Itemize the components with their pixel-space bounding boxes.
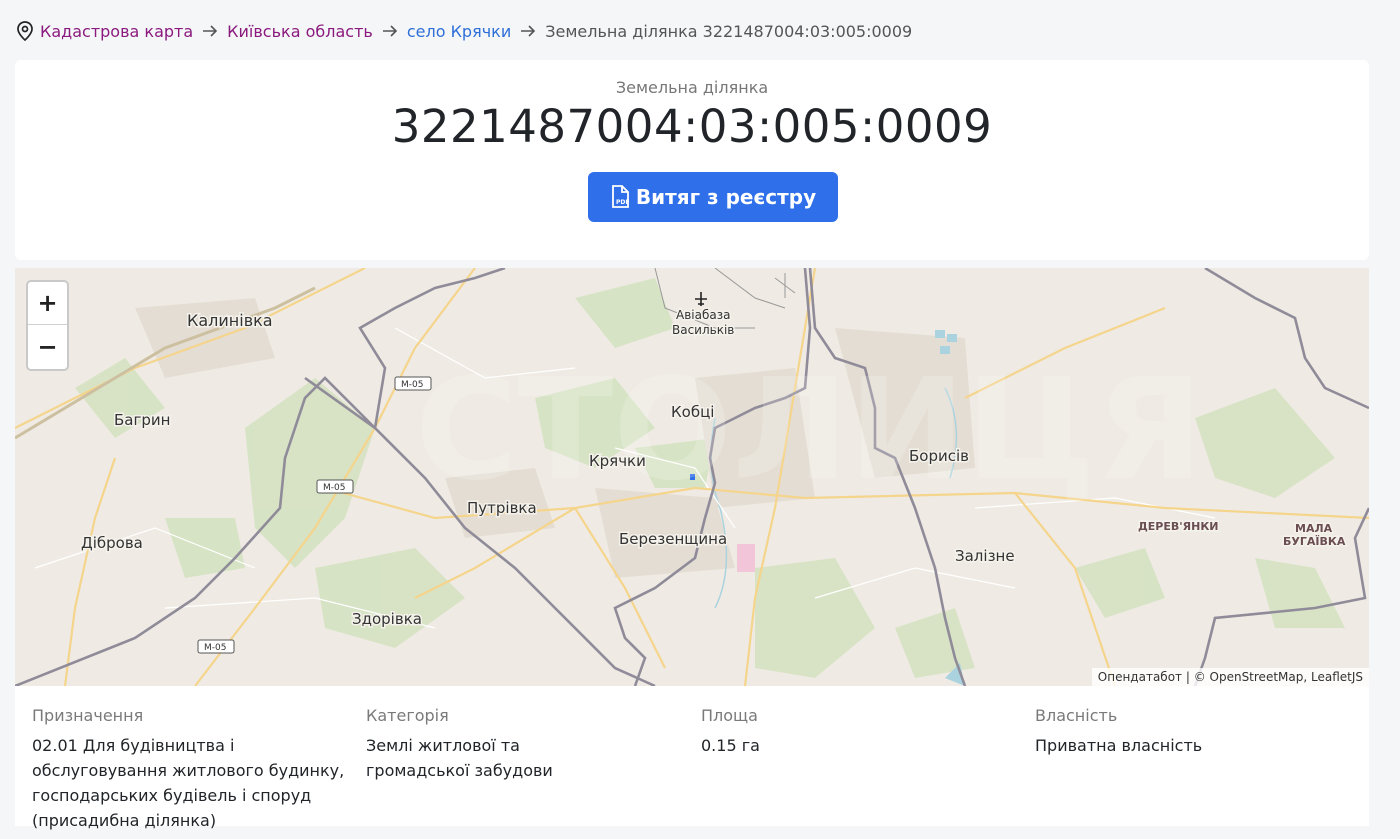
category-value: Землі житлової та громадської забудови: [366, 736, 553, 780]
breadcrumb: Кадастрова карта Київська область село К…: [16, 18, 912, 44]
svg-text:СТОЛИЦЯ: СТОЛИЦЯ: [415, 349, 1203, 512]
registry-extract-label: Витяг з реєстру: [635, 185, 817, 209]
purpose-value: 02.01 Для будівництва і обслуговування ж…: [32, 736, 345, 830]
place-derevianky: ДЕРЕВ'ЯНКИ: [1138, 520, 1219, 533]
breadcrumb-village[interactable]: село Крячки: [407, 22, 511, 41]
pdf-file-icon: PDF: [611, 185, 629, 208]
road-label-m05-north: M-05: [401, 380, 423, 390]
parcel-details: Призначення 02.01 Для будівництва і обсл…: [15, 686, 1369, 830]
map-attribution: Опендатабот | © OpenStreetMap, LeafletJS: [1091, 668, 1369, 686]
breadcrumb-current: Земельна ділянка 3221487004:03:005:0009: [545, 21, 913, 41]
purpose-field: Призначення 02.01 Для будівництва і обсл…: [32, 706, 352, 833]
cadastral-number: 3221487004:03:005:0009: [391, 100, 993, 153]
category-field: Категорія Землі житлової та громадської …: [366, 706, 686, 783]
breadcrumb-cadastral-map[interactable]: Кадастрова карта: [40, 22, 193, 41]
purpose-label: Призначення: [32, 706, 144, 725]
place-aviabaza: Авіабаза: [676, 308, 730, 322]
breadcrumb-region[interactable]: Київська область: [227, 22, 373, 41]
area-field: Площа 0.15 га: [701, 706, 1021, 758]
location-pin-icon: [17, 21, 33, 41]
place-zdorivka: Здорівка: [352, 610, 422, 628]
place-berezenshchyna: Березенщина: [619, 530, 727, 548]
zoom-in-button[interactable]: +: [28, 282, 67, 325]
arrow-right-icon: [521, 25, 536, 37]
map-tiles[interactable]: СТОЛИЦЯ M-05 M-05 M-05 Калинівка Авіабаз…: [15, 268, 1369, 686]
category-label: Категорія: [366, 706, 449, 725]
arrow-right-icon: [382, 25, 397, 37]
parcel-header: Земельна ділянка 3221487004:03:005:0009 …: [15, 60, 1369, 260]
zoom-out-button[interactable]: −: [28, 325, 67, 368]
place-borysiv: Борисів: [909, 447, 969, 465]
area-value: 0.15 га: [701, 736, 760, 755]
ownership-label: Власність: [1035, 706, 1118, 725]
cadastral-map[interactable]: СТОЛИЦЯ M-05 M-05 M-05 Калинівка Авіабаз…: [15, 268, 1369, 686]
place-vasylkiv: Васильків: [672, 323, 734, 337]
place-dibrova: Діброва: [81, 534, 143, 552]
road-label-m05-south: M-05: [204, 643, 226, 653]
svg-text:PDF: PDF: [616, 199, 629, 206]
zoom-control: + −: [26, 280, 69, 371]
place-zalizne: Залізне: [955, 547, 1015, 565]
place-mala: МАЛА: [1295, 522, 1333, 535]
place-kriachky: Крячки: [589, 452, 646, 470]
road-label-m05-mid: M-05: [323, 483, 345, 493]
ownership-value: Приватна власність: [1035, 736, 1203, 755]
place-putrivka: Путрівка: [467, 499, 537, 517]
place-bagryn: Багрин: [114, 411, 170, 429]
ownership-field: Власність Приватна власність: [1035, 706, 1355, 758]
arrow-right-icon: [203, 25, 218, 37]
area-label: Площа: [701, 706, 758, 725]
place-kobtsi: Кобці: [671, 403, 714, 421]
place-kalynivka: Калинівка: [187, 311, 273, 330]
registry-extract-button[interactable]: PDF Витяг з реєстру: [588, 172, 838, 222]
parcel-type-label: Земельна ділянка: [615, 78, 769, 97]
place-bugaivka: БУГАЇВКА: [1283, 534, 1346, 548]
